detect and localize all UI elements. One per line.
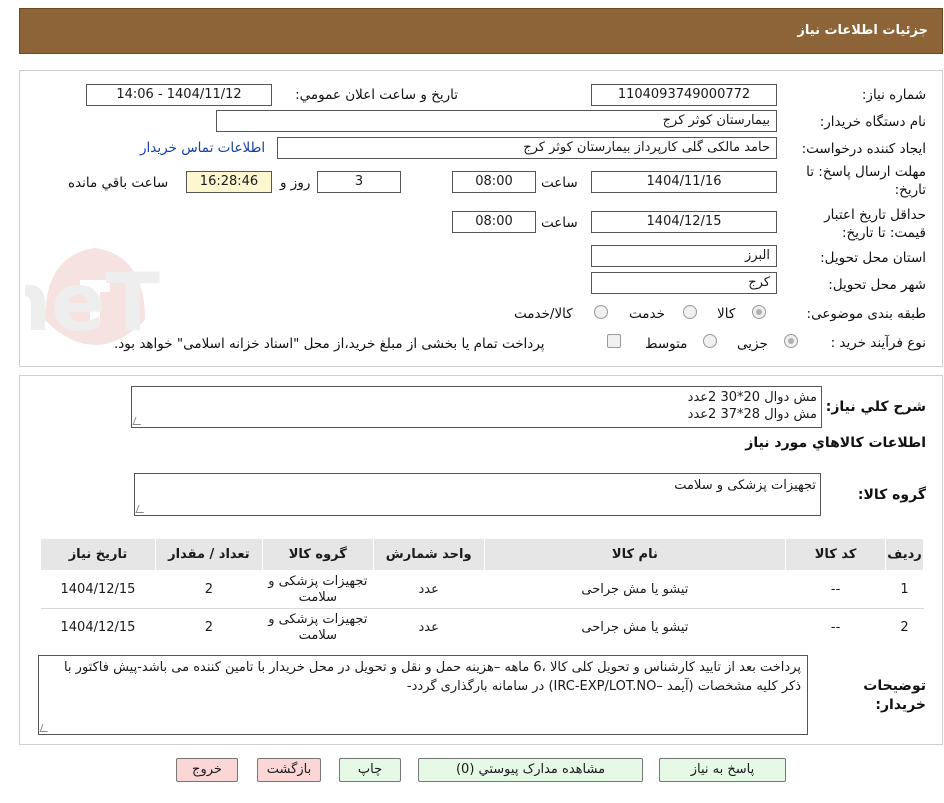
process-option-medium: متوسط bbox=[645, 336, 688, 352]
col-header-unit: واحد شمارش bbox=[372, 538, 485, 571]
goods-info-heading: اطلاعات کالاهاي مورد نیاز bbox=[745, 435, 926, 451]
reply-to-need-button[interactable]: پاسخ به نیاز bbox=[659, 758, 786, 782]
cell-unit: عدد bbox=[373, 570, 485, 609]
cell-code: -- bbox=[785, 608, 886, 647]
buyer-org-field: بیمارستان کوثر کرج bbox=[216, 110, 777, 132]
validity-time-label: ساعت bbox=[541, 215, 578, 231]
cell-date: 1404/12/15 bbox=[40, 608, 156, 647]
process-option-minor: جزیی bbox=[737, 336, 768, 352]
province-label: استان محل تحویل: bbox=[820, 250, 926, 266]
treasury-payment-note: پرداخت تمام یا بخشی از مبلغ خرید،از محل … bbox=[114, 336, 545, 352]
col-header-name: نام کالا bbox=[483, 538, 787, 571]
days-field: 3 bbox=[317, 171, 401, 193]
validity-label: حداقل تاریخ اعتبار قیمت: تا تاریخ: bbox=[824, 207, 926, 241]
cell-row: 1 bbox=[885, 570, 924, 609]
requester-label: ایجاد کننده درخواست: bbox=[801, 141, 926, 157]
goods-group-textarea[interactable]: تجهیزات پزشکی و سلامت bbox=[134, 473, 821, 516]
cell-group: تجهیزات پزشکی و سلامت bbox=[262, 608, 374, 647]
process-label: نوع فرآیند خرید : bbox=[830, 335, 926, 351]
summary-textarea[interactable]: مش دوال 20*30 2عدد مش دوال 28*37 2عدد bbox=[131, 386, 822, 428]
reply-deadline-label: مهلت ارسال پاسخ: تا تاریخ: bbox=[806, 164, 926, 198]
process-radio-medium[interactable] bbox=[703, 334, 717, 348]
cell-date: 1404/12/15 bbox=[40, 570, 156, 609]
announce-label: تاریخ و ساعت اعلان عمومي: bbox=[295, 87, 458, 103]
cell-unit: عدد bbox=[373, 608, 485, 647]
province-field: البرز bbox=[591, 245, 777, 267]
cell-name: تیشو یا مش جراحی bbox=[484, 608, 786, 647]
col-header-qty: تعداد / مقدار bbox=[154, 538, 263, 571]
resize-grip-icon[interactable] bbox=[135, 505, 147, 513]
buyer-org-label: نام دستگاه خریدار: bbox=[819, 114, 926, 130]
page-title: جزئیات اطلاعات نیاز bbox=[797, 23, 928, 38]
items-table: ردیف کد کالا نام کالا واحد شمارش گروه کا… bbox=[40, 538, 924, 647]
validity-time-field: 08:00 bbox=[452, 211, 536, 233]
category-radio-goods[interactable] bbox=[752, 305, 766, 319]
category-option-goods: کالا bbox=[717, 306, 736, 322]
days-label: روز و bbox=[280, 175, 311, 191]
print-button[interactable]: چاپ bbox=[339, 758, 401, 782]
treasury-payment-checkbox[interactable] bbox=[607, 334, 621, 348]
table-row: 2 -- تیشو یا مش جراحی عدد تجهیزات پزشکی … bbox=[40, 608, 924, 647]
view-attachments-button[interactable]: مشاهده مدارک پیوستي (0) bbox=[418, 758, 643, 782]
resize-grip-icon[interactable] bbox=[132, 417, 144, 425]
cell-name: تیشو یا مش جراحی bbox=[484, 570, 786, 609]
category-radio-service[interactable] bbox=[683, 305, 697, 319]
category-option-goods-service: کالا/خدمت bbox=[514, 306, 573, 322]
buyer-notes-label: توضیحات خریدار: bbox=[863, 678, 926, 713]
need-number-field: 1104093749000772 bbox=[591, 84, 777, 106]
validity-date-field: 1404/12/15 bbox=[591, 211, 777, 233]
reply-date-field: 1404/11/16 bbox=[591, 171, 777, 193]
category-option-service: خدمت bbox=[629, 306, 665, 322]
city-field: کرج bbox=[591, 272, 777, 294]
process-radio-minor[interactable] bbox=[784, 334, 798, 348]
need-number-label: شماره نیاز: bbox=[861, 87, 926, 103]
goods-group-label: گروه کالا: bbox=[857, 487, 926, 503]
cell-qty: 2 bbox=[155, 570, 263, 609]
table-row: 1 -- تیشو یا مش جراحی عدد تجهیزات پزشکی … bbox=[40, 570, 924, 609]
summary-line-1: مش دوال 20*30 2عدد bbox=[687, 390, 817, 405]
cell-row: 2 bbox=[885, 608, 924, 647]
buyer-notes-text: پرداخت بعد از تایید کارشناس و تحویل کلی … bbox=[63, 660, 801, 694]
category-radio-goods-service[interactable] bbox=[594, 305, 608, 319]
requester-field: حامد مالکی گلی کارپرداز بیمارستان کوثر ک… bbox=[277, 137, 777, 159]
cell-code: -- bbox=[785, 570, 886, 609]
buyer-contact-link[interactable]: اطلاعات تماس خریدار bbox=[140, 140, 265, 156]
summary-label: شرح کلي نیاز: bbox=[825, 399, 926, 415]
buyer-notes-textarea[interactable]: پرداخت بعد از تایید کارشناس و تحویل کلی … bbox=[38, 655, 808, 735]
reply-time-label: ساعت bbox=[541, 175, 578, 191]
cell-qty: 2 bbox=[155, 608, 263, 647]
reply-time-field: 08:00 bbox=[452, 171, 536, 193]
goods-group-value: تجهیزات پزشکی و سلامت bbox=[674, 478, 816, 493]
back-button[interactable]: بازگشت bbox=[257, 758, 321, 782]
remaining-label: ساعت باقي مانده bbox=[68, 175, 169, 191]
resize-grip-icon[interactable] bbox=[39, 724, 51, 732]
category-label: طبقه بندی موضوعی: bbox=[806, 306, 926, 322]
exit-button[interactable]: خروج bbox=[176, 758, 238, 782]
announce-field: 1404/11/12 - 14:06 bbox=[86, 84, 272, 106]
table-header-row: ردیف کد کالا نام کالا واحد شمارش گروه کا… bbox=[40, 538, 924, 571]
col-header-date: تاریخ نیاز bbox=[40, 538, 156, 571]
city-label: شهر محل تحویل: bbox=[828, 277, 926, 293]
col-header-group: گروه کالا bbox=[261, 538, 374, 571]
cell-group: تجهیزات پزشکی و سلامت bbox=[262, 570, 374, 609]
remaining-time-field: 16:28:46 bbox=[186, 171, 272, 193]
summary-line-2: مش دوال 28*37 2عدد bbox=[687, 407, 817, 422]
page-header: جزئیات اطلاعات نیاز bbox=[19, 8, 943, 54]
col-header-row: ردیف bbox=[885, 538, 924, 571]
col-header-code: کد کالا bbox=[785, 538, 887, 571]
